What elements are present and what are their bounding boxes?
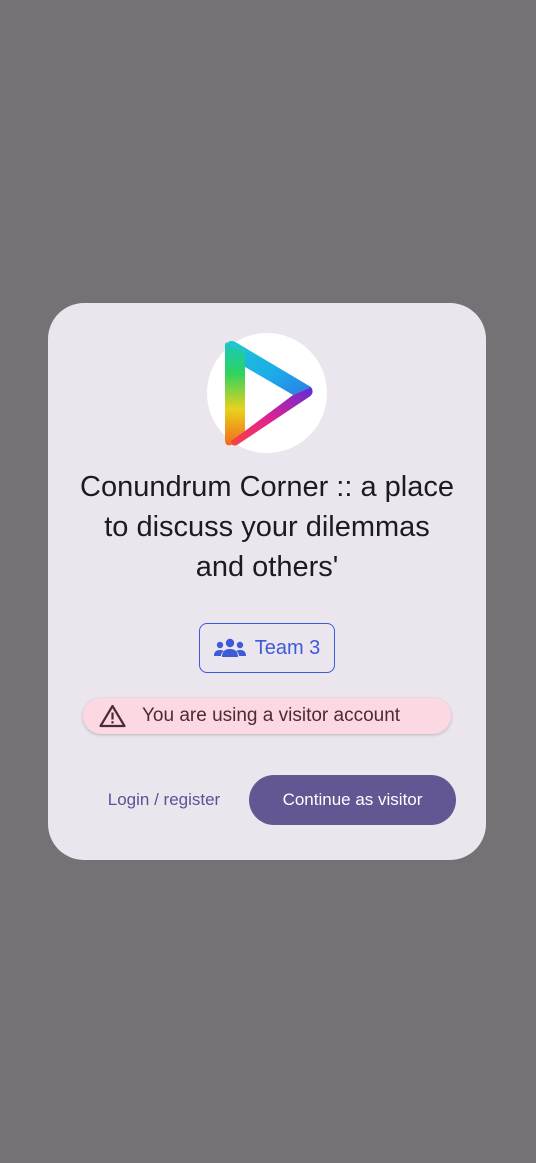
team-chip-label: Team 3 [254,636,321,659]
play-triangle-logo-icon [225,341,313,446]
group-icon [213,638,246,658]
visitor-dialog: Conundrum Corner :: a place to discuss y… [48,303,486,860]
dialog-title: Conundrum Corner :: a place to discuss y… [80,471,454,583]
dialog-actions: Login / register Continue as visitor [48,775,486,825]
continue-as-visitor-button[interactable]: Continue as visitor [249,775,456,825]
visitor-warning-banner: You are using a visitor account [83,698,451,734]
warning-triangle-icon [99,704,126,728]
team-chip[interactable]: Team 3 [199,623,335,673]
visitor-warning-text: You are using a visitor account [142,705,401,726]
login-register-button[interactable]: Login / register [88,775,240,825]
app-logo [207,333,327,453]
